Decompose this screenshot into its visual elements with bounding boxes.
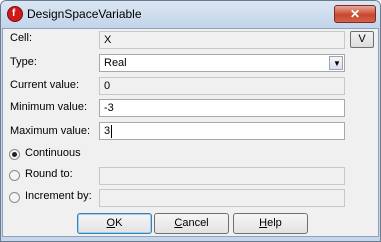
current-value-field: 0 [99, 77, 345, 95]
maximum-value-label: Maximum value: [10, 125, 91, 137]
chevron-down-icon[interactable]: ▼ [329, 56, 343, 70]
close-icon: ✕ [350, 7, 361, 21]
radio-icon[interactable] [9, 192, 20, 203]
text-caret [111, 124, 113, 138]
app-icon: f [7, 6, 23, 22]
ok-button[interactable]: OK [77, 213, 152, 234]
dialog-body: Cell: X V Type: Real ▼ Current value: 0 … [2, 28, 379, 237]
minimum-value-input[interactable]: -3 [99, 99, 345, 117]
round-to-input[interactable] [99, 167, 345, 185]
type-label: Type: [10, 56, 37, 68]
cell-label: Cell: [10, 32, 33, 44]
type-select[interactable]: Real ▼ [99, 54, 345, 72]
v-button[interactable]: V [350, 31, 374, 48]
dialog-window: f DesignSpaceVariable ✕ Cell: X V Type: … [0, 0, 381, 242]
minimum-value-label: Minimum value: [10, 101, 88, 113]
increment-by-label: Increment by: [25, 190, 92, 202]
increment-by-input[interactable] [99, 189, 345, 207]
type-select-value: Real [104, 57, 127, 69]
radio-icon[interactable] [9, 149, 20, 160]
window-title: DesignSpaceVariable [27, 7, 142, 21]
cell-field: X [99, 31, 345, 49]
maximum-value-input[interactable]: 3 [99, 122, 345, 140]
round-to-label: Round to: [25, 168, 73, 180]
radio-icon[interactable] [9, 170, 20, 181]
current-value-label: Current value: [10, 79, 80, 91]
close-button[interactable]: ✕ [334, 5, 376, 23]
continuous-label: Continuous [25, 147, 81, 159]
title-bar[interactable]: f DesignSpaceVariable ✕ [1, 1, 380, 28]
help-button[interactable]: Help [233, 213, 308, 234]
cancel-button[interactable]: Cancel [154, 213, 229, 234]
